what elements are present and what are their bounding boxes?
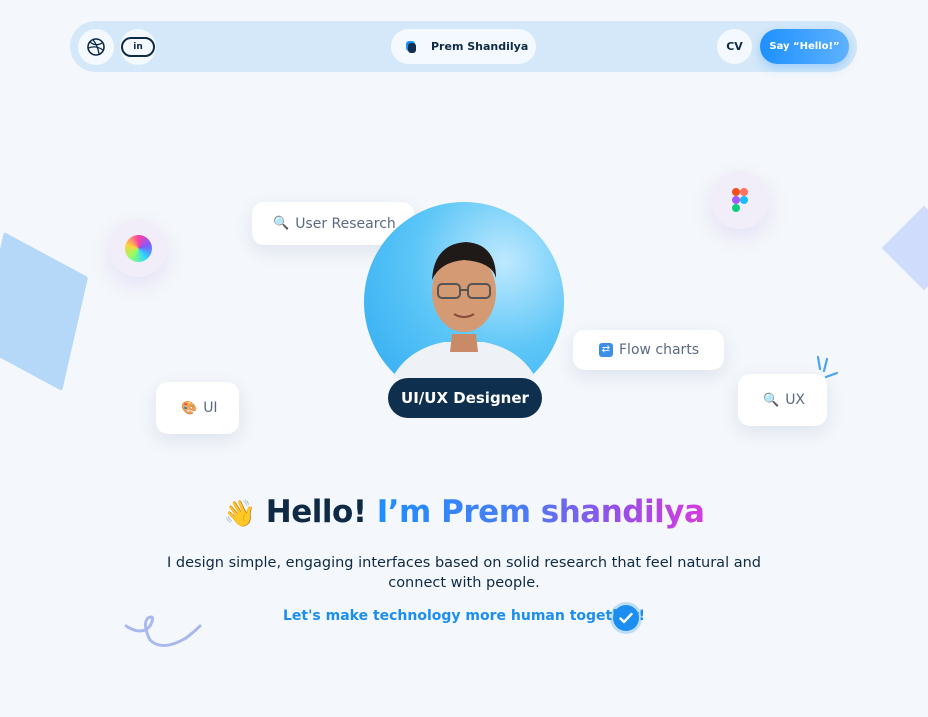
tagline: Let's make technology more human togethe… — [283, 608, 645, 624]
hero-description: I design simple, engaging interfaces bas… — [167, 555, 761, 591]
palette-icon: 🎨 — [181, 400, 198, 416]
chip-label: User Research — [295, 215, 396, 232]
linkedin-icon: in — [121, 37, 155, 57]
decorative-shape-left — [0, 231, 89, 392]
chip-label: Flow charts — [619, 342, 700, 358]
profile-photo — [364, 202, 564, 402]
person-illustration — [384, 242, 544, 402]
chip-flow-charts: ⇄ Flow charts — [573, 330, 724, 370]
decorative-shape-right — [881, 205, 928, 291]
chip-label: UX — [785, 392, 806, 408]
figma-icon — [732, 188, 748, 212]
cv-button[interactable]: CV — [717, 29, 752, 64]
gradient-circle-icon — [124, 234, 152, 262]
hero-headline: 👋 Hello! I’m Prem shandilya — [0, 494, 928, 530]
squiggle-decoration — [124, 615, 202, 647]
wave-hand-icon: 👋 — [223, 499, 256, 529]
role-badge: UI/UX Designer — [388, 378, 542, 418]
top-navbar: in Prem Shandilya CV Say “Hello!” — [70, 21, 857, 72]
chip-ui: 🎨 UI — [156, 382, 239, 434]
linkedin-link[interactable]: in — [120, 29, 156, 65]
say-hello-button[interactable]: Say “Hello!” — [760, 29, 849, 64]
magnifier-icon: 🔍 — [763, 392, 780, 408]
dribbble-link[interactable] — [78, 29, 114, 65]
dribbble-icon — [87, 38, 105, 56]
figma-bubble — [711, 171, 769, 229]
chip-label: UI — [203, 400, 218, 416]
shuffle-icon: ⇄ — [599, 343, 613, 357]
logo-icon — [406, 40, 416, 53]
check-icon — [613, 605, 639, 631]
greeting-text: Hello! — [265, 494, 367, 530]
brand-name: Prem Shandilya — [431, 40, 529, 53]
sparkle-icon — [816, 355, 839, 379]
gradient-app-bubble — [109, 219, 167, 277]
brand-pill[interactable]: Prem Shandilya — [391, 29, 536, 64]
intro-text: I’m Prem shandilya — [376, 494, 705, 530]
magnifier-icon: 🔍 — [273, 216, 290, 231]
